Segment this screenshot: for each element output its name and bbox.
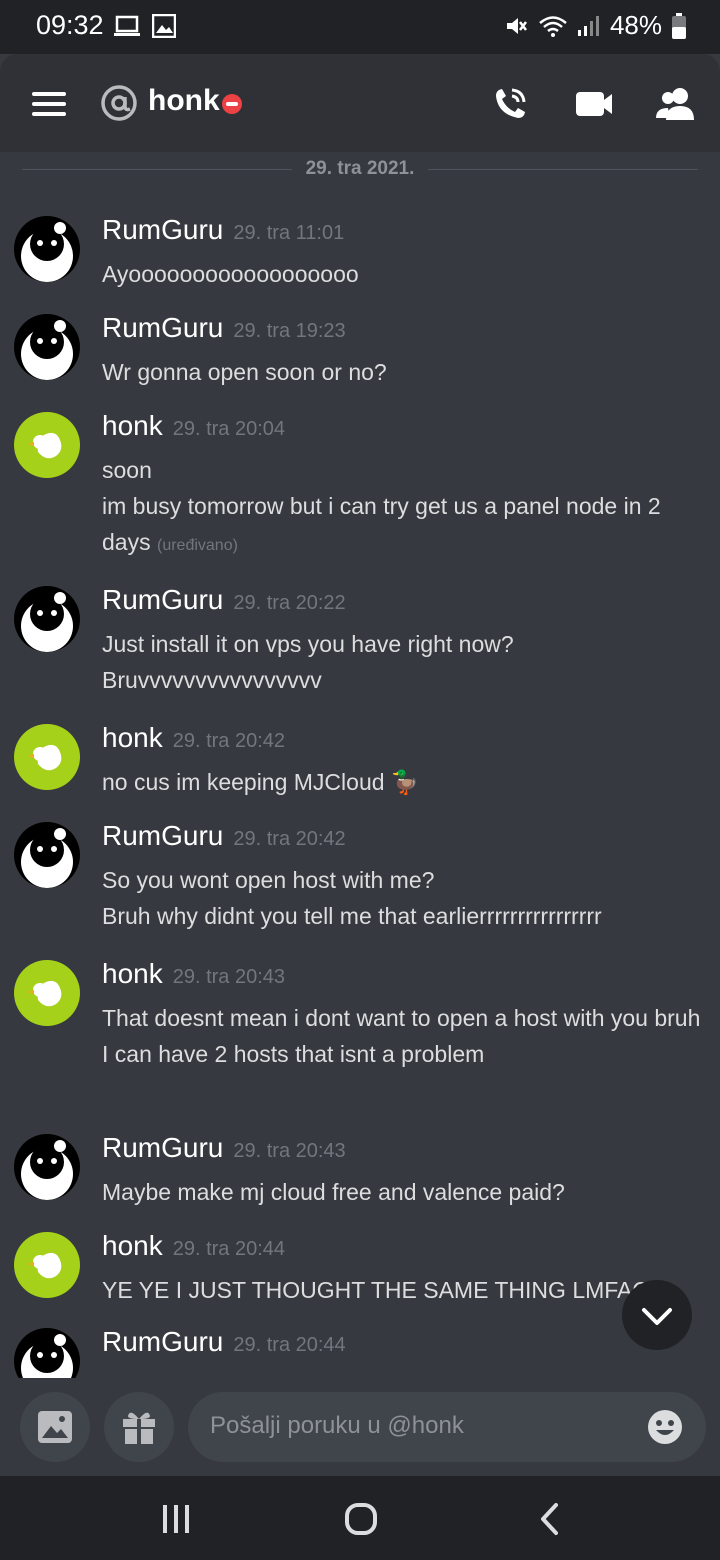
system-nav-bar [0, 1476, 720, 1560]
message-text: Maybe make mj cloud free and valence pai… [102, 1179, 565, 1205]
chevron-down-icon [642, 1308, 672, 1325]
message-author[interactable]: RumGuru [102, 1132, 223, 1163]
avatar[interactable] [14, 1328, 80, 1378]
message-timestamp: 29. tra 20:04 [172, 418, 286, 440]
avatar[interactable] [14, 314, 80, 380]
message-text: Wr gonna open soon or no? [102, 359, 387, 385]
home-icon[interactable] [344, 1502, 378, 1536]
channel-name: honk [148, 84, 220, 117]
date-divider-label: 29. tra 2021. [305, 158, 415, 179]
message-timestamp: 29. tra 20:43 [233, 1140, 346, 1162]
message-text: no cus im keeping MJCloud [102, 769, 385, 795]
message-timestamp: 29. tra 20:22 [233, 592, 346, 614]
wifi-icon [539, 15, 567, 37]
image-icon [38, 1411, 72, 1443]
battery-icon [672, 12, 686, 39]
message-timestamp: 29. tra 11:01 [233, 222, 345, 244]
recent-apps-icon[interactable] [160, 1504, 192, 1534]
message-text: I can have 2 hosts that isnt a problem [102, 1041, 485, 1067]
message-text: YE YE I JUST THOUGHT THE SAME THING LMFA… [102, 1277, 651, 1303]
message-author[interactable]: RumGuru [102, 214, 223, 245]
message-text: That doesnt mean i dont want to open a h… [102, 1005, 701, 1031]
message-timestamp: 29. tra 20:44 [172, 1238, 286, 1260]
message-timestamp: 29. tra 19:23 [233, 320, 346, 342]
hamburger-icon[interactable] [32, 92, 66, 116]
message-timestamp: 29. tra 20:43 [172, 966, 286, 988]
status-bar: 09:32 48% [0, 0, 720, 54]
message-text: Just install it on vps you have right no… [102, 631, 514, 657]
avatar[interactable] [14, 724, 80, 790]
phone-call-icon[interactable] [490, 84, 530, 124]
message-input[interactable]: Pošalji poruku u @honk [188, 1392, 706, 1462]
gift-icon [123, 1412, 155, 1444]
message-author[interactable]: RumGuru [102, 1326, 223, 1357]
message-author[interactable]: honk [102, 1230, 163, 1261]
message-text: soon [102, 457, 152, 483]
message-input-placeholder: Pošalji poruku u @honk [210, 1412, 464, 1439]
message-list[interactable]: 29. tra 2021. RumGuru 29. tra 11:01 Ayooo… [0, 152, 720, 1378]
message-author[interactable]: RumGuru [102, 584, 223, 615]
avatar[interactable] [14, 216, 80, 282]
edited-label: (uređivano) [156, 537, 238, 554]
avatar[interactable] [14, 412, 80, 478]
status-time: 09:32 [36, 10, 104, 40]
avatar[interactable] [14, 586, 80, 652]
duck-emoji: 🦆 [390, 769, 420, 795]
message-text: So you wont open host with me? [102, 867, 435, 893]
signal-icon [577, 15, 599, 36]
gallery-icon [152, 14, 176, 38]
message-text: Bruvvvvvvvvvvvvvvvv [102, 667, 322, 693]
avatar[interactable] [14, 960, 80, 1026]
back-icon[interactable] [538, 1502, 562, 1536]
avatar[interactable] [14, 822, 80, 888]
chat-header: honk [0, 54, 720, 152]
message-author[interactable]: honk [102, 958, 163, 989]
message-text: Bruh why didnt you tell me that earlierr… [102, 903, 602, 929]
message-text: Ayoooooooooooooooooo [102, 261, 359, 287]
message-timestamp: 29. tra 20:42 [233, 828, 346, 850]
message-composer: Pošalji poruku u @honk [0, 1378, 720, 1476]
avatar[interactable] [14, 1232, 80, 1298]
scroll-to-bottom-button[interactable] [622, 1280, 692, 1350]
at-icon [101, 85, 137, 121]
message-author[interactable]: honk [102, 410, 163, 441]
message-author[interactable]: RumGuru [102, 312, 223, 343]
dnd-status-badge [222, 94, 242, 114]
date-divider: 29. tra 2021. [22, 158, 698, 180]
laptop-icon [114, 15, 140, 36]
avatar[interactable] [14, 1134, 80, 1200]
message-timestamp: 29. tra 20:44 [233, 1334, 346, 1356]
message-author[interactable]: RumGuru [102, 820, 223, 851]
gift-button[interactable] [104, 1392, 174, 1462]
message-timestamp: 29. tra 20:42 [172, 730, 286, 752]
video-icon[interactable] [574, 84, 614, 124]
message-author[interactable]: honk [102, 722, 163, 753]
battery-percent: 48% [609, 10, 662, 40]
emoji-icon[interactable] [646, 1408, 684, 1446]
attach-image-button[interactable] [20, 1392, 90, 1462]
mute-icon [506, 17, 527, 34]
members-icon[interactable] [656, 84, 696, 124]
